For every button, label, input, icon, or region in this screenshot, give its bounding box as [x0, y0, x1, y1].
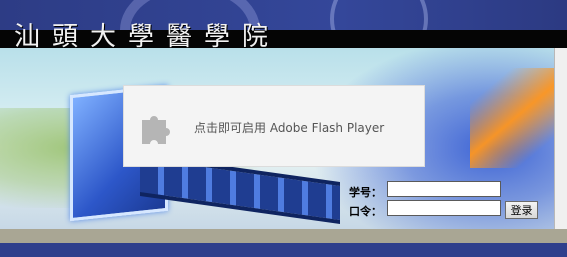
banner-orange-streak: [470, 68, 554, 168]
puzzle-piece-icon: [142, 116, 170, 144]
student-id-label: 学号：: [349, 186, 382, 199]
flash-player-placeholder[interactable]: 点击即可启用 Adobe Flash Player: [123, 85, 425, 167]
login-button[interactable]: 登录: [505, 201, 538, 219]
right-border: [554, 48, 567, 229]
flash-enable-message: 点击即可启用 Adobe Flash Player: [194, 121, 385, 135]
bottom-bar: [0, 243, 567, 257]
password-label: 口令：: [349, 205, 382, 218]
password-input[interactable]: [387, 200, 501, 216]
student-id-input[interactable]: [387, 181, 501, 197]
bottom-strip: [0, 229, 567, 243]
